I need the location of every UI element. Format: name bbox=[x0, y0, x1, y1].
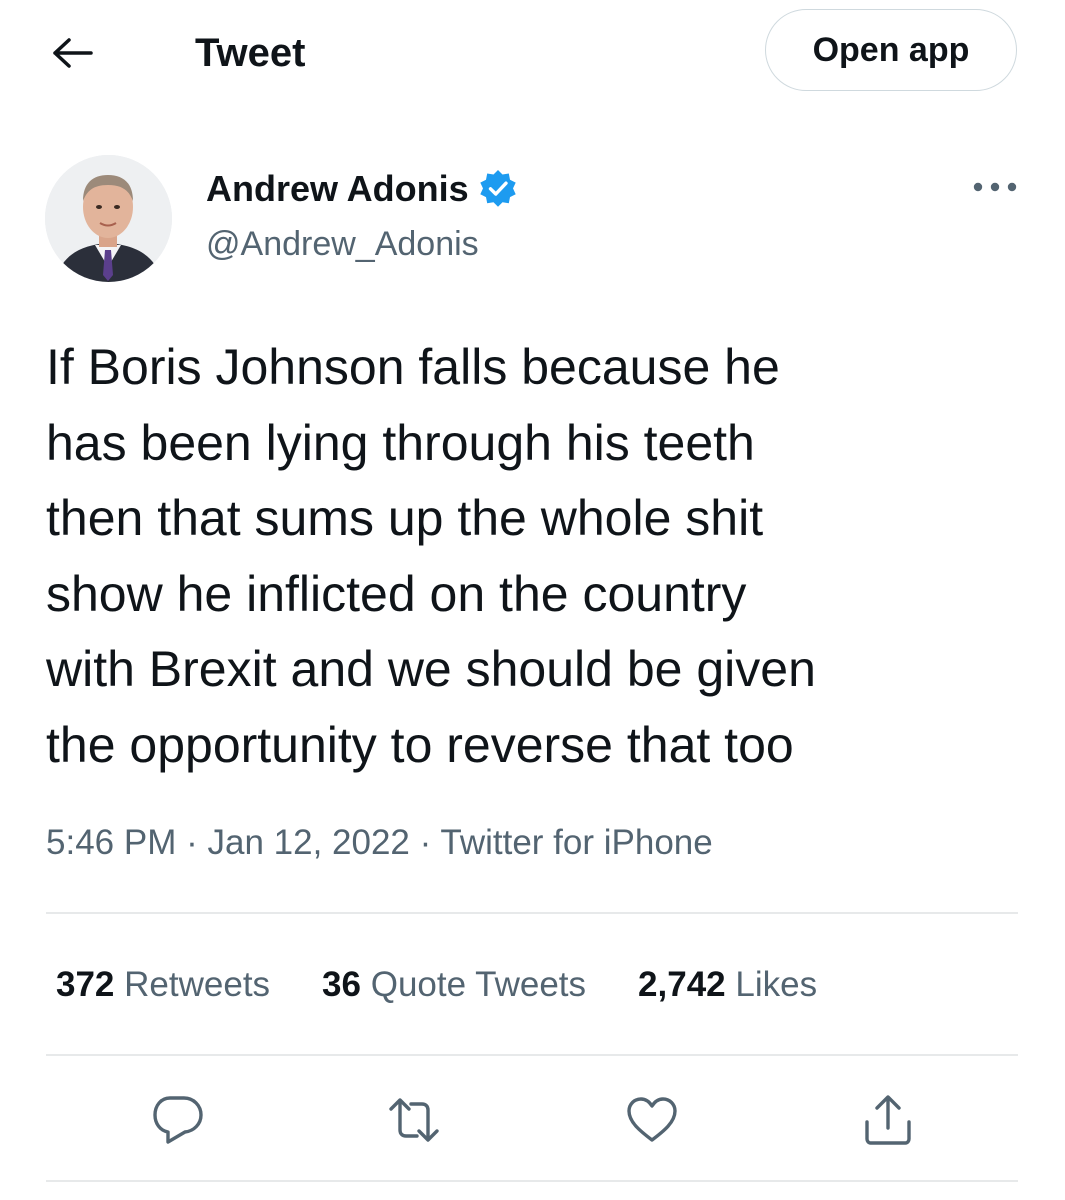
verified-badge-icon bbox=[477, 168, 519, 210]
tweet-text: If Boris Johnson falls because he has be… bbox=[46, 339, 816, 773]
retweets-label: Retweets bbox=[124, 965, 271, 1004]
reply-icon bbox=[153, 1096, 203, 1144]
avatar[interactable] bbox=[45, 155, 172, 282]
quote-tweets-stat[interactable]: 36 Quote Tweets bbox=[322, 962, 586, 1008]
author-name-text: Andrew Adonis bbox=[206, 168, 469, 209]
more-options-button[interactable] bbox=[970, 170, 1020, 204]
like-button[interactable] bbox=[622, 1090, 682, 1150]
quote-tweets-label: Quote Tweets bbox=[370, 965, 587, 1004]
tweet-stats: 372 Retweets 36 Quote Tweets 2,742 Likes bbox=[56, 962, 817, 1008]
arrow-left-icon bbox=[53, 38, 93, 68]
open-app-button[interactable]: Open app bbox=[765, 9, 1017, 91]
tweet-source[interactable]: Twitter for iPhone bbox=[440, 823, 712, 862]
share-icon bbox=[865, 1095, 911, 1145]
like-heart-icon bbox=[627, 1097, 677, 1142]
quote-tweets-count: 36 bbox=[322, 965, 361, 1004]
author-handle[interactable]: @Andrew_Adonis bbox=[206, 222, 479, 266]
reply-button[interactable] bbox=[148, 1090, 208, 1150]
likes-count: 2,742 bbox=[638, 965, 726, 1004]
page-title: Tweet bbox=[195, 31, 306, 75]
tweet-time[interactable]: 5:46 PM bbox=[46, 823, 176, 862]
meta-separator: · bbox=[419, 823, 432, 862]
meta-separator: · bbox=[186, 823, 198, 862]
share-button[interactable] bbox=[858, 1090, 918, 1150]
retweets-stat[interactable]: 372 Retweets bbox=[56, 962, 270, 1008]
author-display-name[interactable]: Andrew Adonis bbox=[206, 167, 519, 211]
divider bbox=[46, 1054, 1018, 1056]
divider bbox=[46, 1180, 1018, 1182]
divider bbox=[46, 912, 1018, 914]
more-dots-icon bbox=[973, 182, 1017, 192]
top-bar: Tweet Open app bbox=[0, 0, 1065, 105]
retweet-button[interactable] bbox=[384, 1090, 444, 1150]
tweet-metadata: 5:46 PM · Jan 12, 2022 · Twitter for iPh… bbox=[46, 820, 713, 866]
tweet-date[interactable]: Jan 12, 2022 bbox=[207, 823, 409, 862]
likes-label: Likes bbox=[735, 965, 818, 1004]
back-button[interactable] bbox=[48, 30, 98, 76]
likes-stat[interactable]: 2,742 Likes bbox=[638, 962, 817, 1008]
retweet-icon bbox=[389, 1098, 439, 1142]
avatar-image bbox=[45, 155, 172, 282]
retweets-count: 372 bbox=[56, 965, 115, 1004]
